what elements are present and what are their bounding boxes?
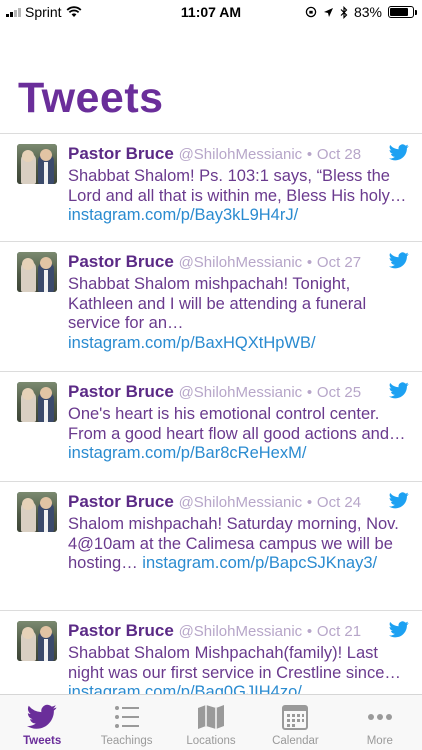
tab-more[interactable]: More [338, 695, 422, 750]
tweet-text: Shalom mishpachah! Saturday morning, Nov… [68, 515, 399, 572]
tweet-row[interactable]: Pastor Bruce @ShilohMessianic • Oct 21 S… [0, 611, 422, 695]
tweet-date: Oct 24 [316, 494, 362, 511]
tweet-author-name: Pastor Bruce [68, 621, 174, 640]
separator-dot: • [306, 623, 313, 640]
tweet-row[interactable]: Pastor Bruce @ShilohMessianic • Oct 28 S… [0, 134, 422, 242]
tweet-text: Shabbat Shalom Mishpachah(family)! Last … [68, 644, 413, 695]
tweet-author-name: Pastor Bruce [68, 252, 174, 271]
battery-percent: 83% [353, 4, 382, 20]
tweet-handle: @ShilohMessianic [178, 254, 303, 271]
tweet-link[interactable]: instagram.com/p/BapcSJKnay3/ [142, 554, 377, 572]
tweet-author-name: Pastor Bruce [68, 382, 174, 401]
tab-label: Tweets [23, 735, 62, 747]
tweet-row[interactable]: Pastor Bruce @ShilohMessianic • Oct 24 S… [0, 482, 422, 611]
tweet-link[interactable]: instagram.com/p/Bay3kL9H4rJ/ [68, 206, 298, 224]
tweet-handle: @ShilohMessianic [178, 494, 303, 511]
tab-locations[interactable]: Locations [169, 695, 253, 750]
status-bar: Sprint 11:07 AM 83% [0, 0, 422, 24]
avatar[interactable] [17, 252, 57, 292]
tweet-row[interactable]: Pastor Bruce @ShilohMessianic • Oct 25 O… [0, 372, 422, 482]
twitter-bird-icon [389, 252, 409, 269]
separator-dot: • [306, 146, 313, 163]
avatar[interactable] [17, 492, 57, 532]
battery-icon [388, 6, 417, 18]
tweet-date: Oct 25 [316, 384, 362, 401]
tab-calendar[interactable]: Calendar [253, 695, 337, 750]
tab-label: Locations [186, 735, 236, 747]
separator-dot: • [306, 494, 313, 511]
more-dots-icon [367, 714, 392, 720]
tweet-link[interactable]: instagram.com/p/Bar8cReHexM/ [68, 444, 306, 462]
tweet-link[interactable]: instagram.com/p/BaxHQXtHpWB/ [68, 334, 316, 352]
tab-tweets[interactable]: Tweets [0, 695, 84, 750]
calendar-icon [282, 705, 309, 730]
tweet-date: Oct 21 [316, 623, 362, 640]
tweet-feed[interactable]: Pastor Bruce @ShilohMessianic • Oct 28 S… [0, 133, 422, 695]
twitter-bird-icon [389, 492, 409, 509]
orientation-lock-icon [305, 6, 317, 18]
page-title: Tweets [18, 74, 164, 122]
tab-teachings[interactable]: Teachings [84, 695, 168, 750]
tweet-row[interactable]: Pastor Bruce @ShilohMessianic • Oct 27 S… [0, 242, 422, 372]
tweet-text: One's heart is his emotional control cen… [68, 405, 406, 462]
separator-dot: • [306, 384, 313, 401]
twitter-bird-icon [389, 144, 409, 161]
tab-label: Calendar [272, 735, 319, 747]
location-arrow-icon [323, 7, 333, 17]
list-icon [114, 706, 139, 728]
bluetooth-icon [340, 5, 348, 19]
separator-dot: • [306, 254, 313, 271]
tweet-text: Shabbat Shalom mishpachah! Tonight, Kath… [68, 275, 367, 352]
tab-bar: Tweets Teachings Locations Calendar More [0, 694, 422, 750]
tweet-author-name: Pastor Bruce [68, 492, 174, 511]
tab-label: More [366, 735, 393, 747]
tab-label: Teachings [100, 735, 153, 747]
avatar[interactable] [17, 382, 57, 422]
twitter-bird-icon [389, 621, 409, 638]
tweet-text: Shabbat Shalom! Ps. 103:1 says, “Bless t… [68, 167, 407, 224]
twitter-bird-icon [389, 382, 409, 399]
avatar[interactable] [17, 621, 57, 661]
twitter-bird-icon [27, 704, 57, 729]
tweet-author-name: Pastor Bruce [68, 144, 174, 163]
avatar[interactable] [17, 144, 57, 184]
map-icon [198, 705, 225, 729]
tweet-handle: @ShilohMessianic [178, 623, 303, 640]
tweet-handle: @ShilohMessianic [178, 384, 303, 401]
tweet-date: Oct 28 [316, 146, 362, 163]
tweet-date: Oct 27 [316, 254, 362, 271]
tweet-handle: @ShilohMessianic [178, 146, 303, 163]
